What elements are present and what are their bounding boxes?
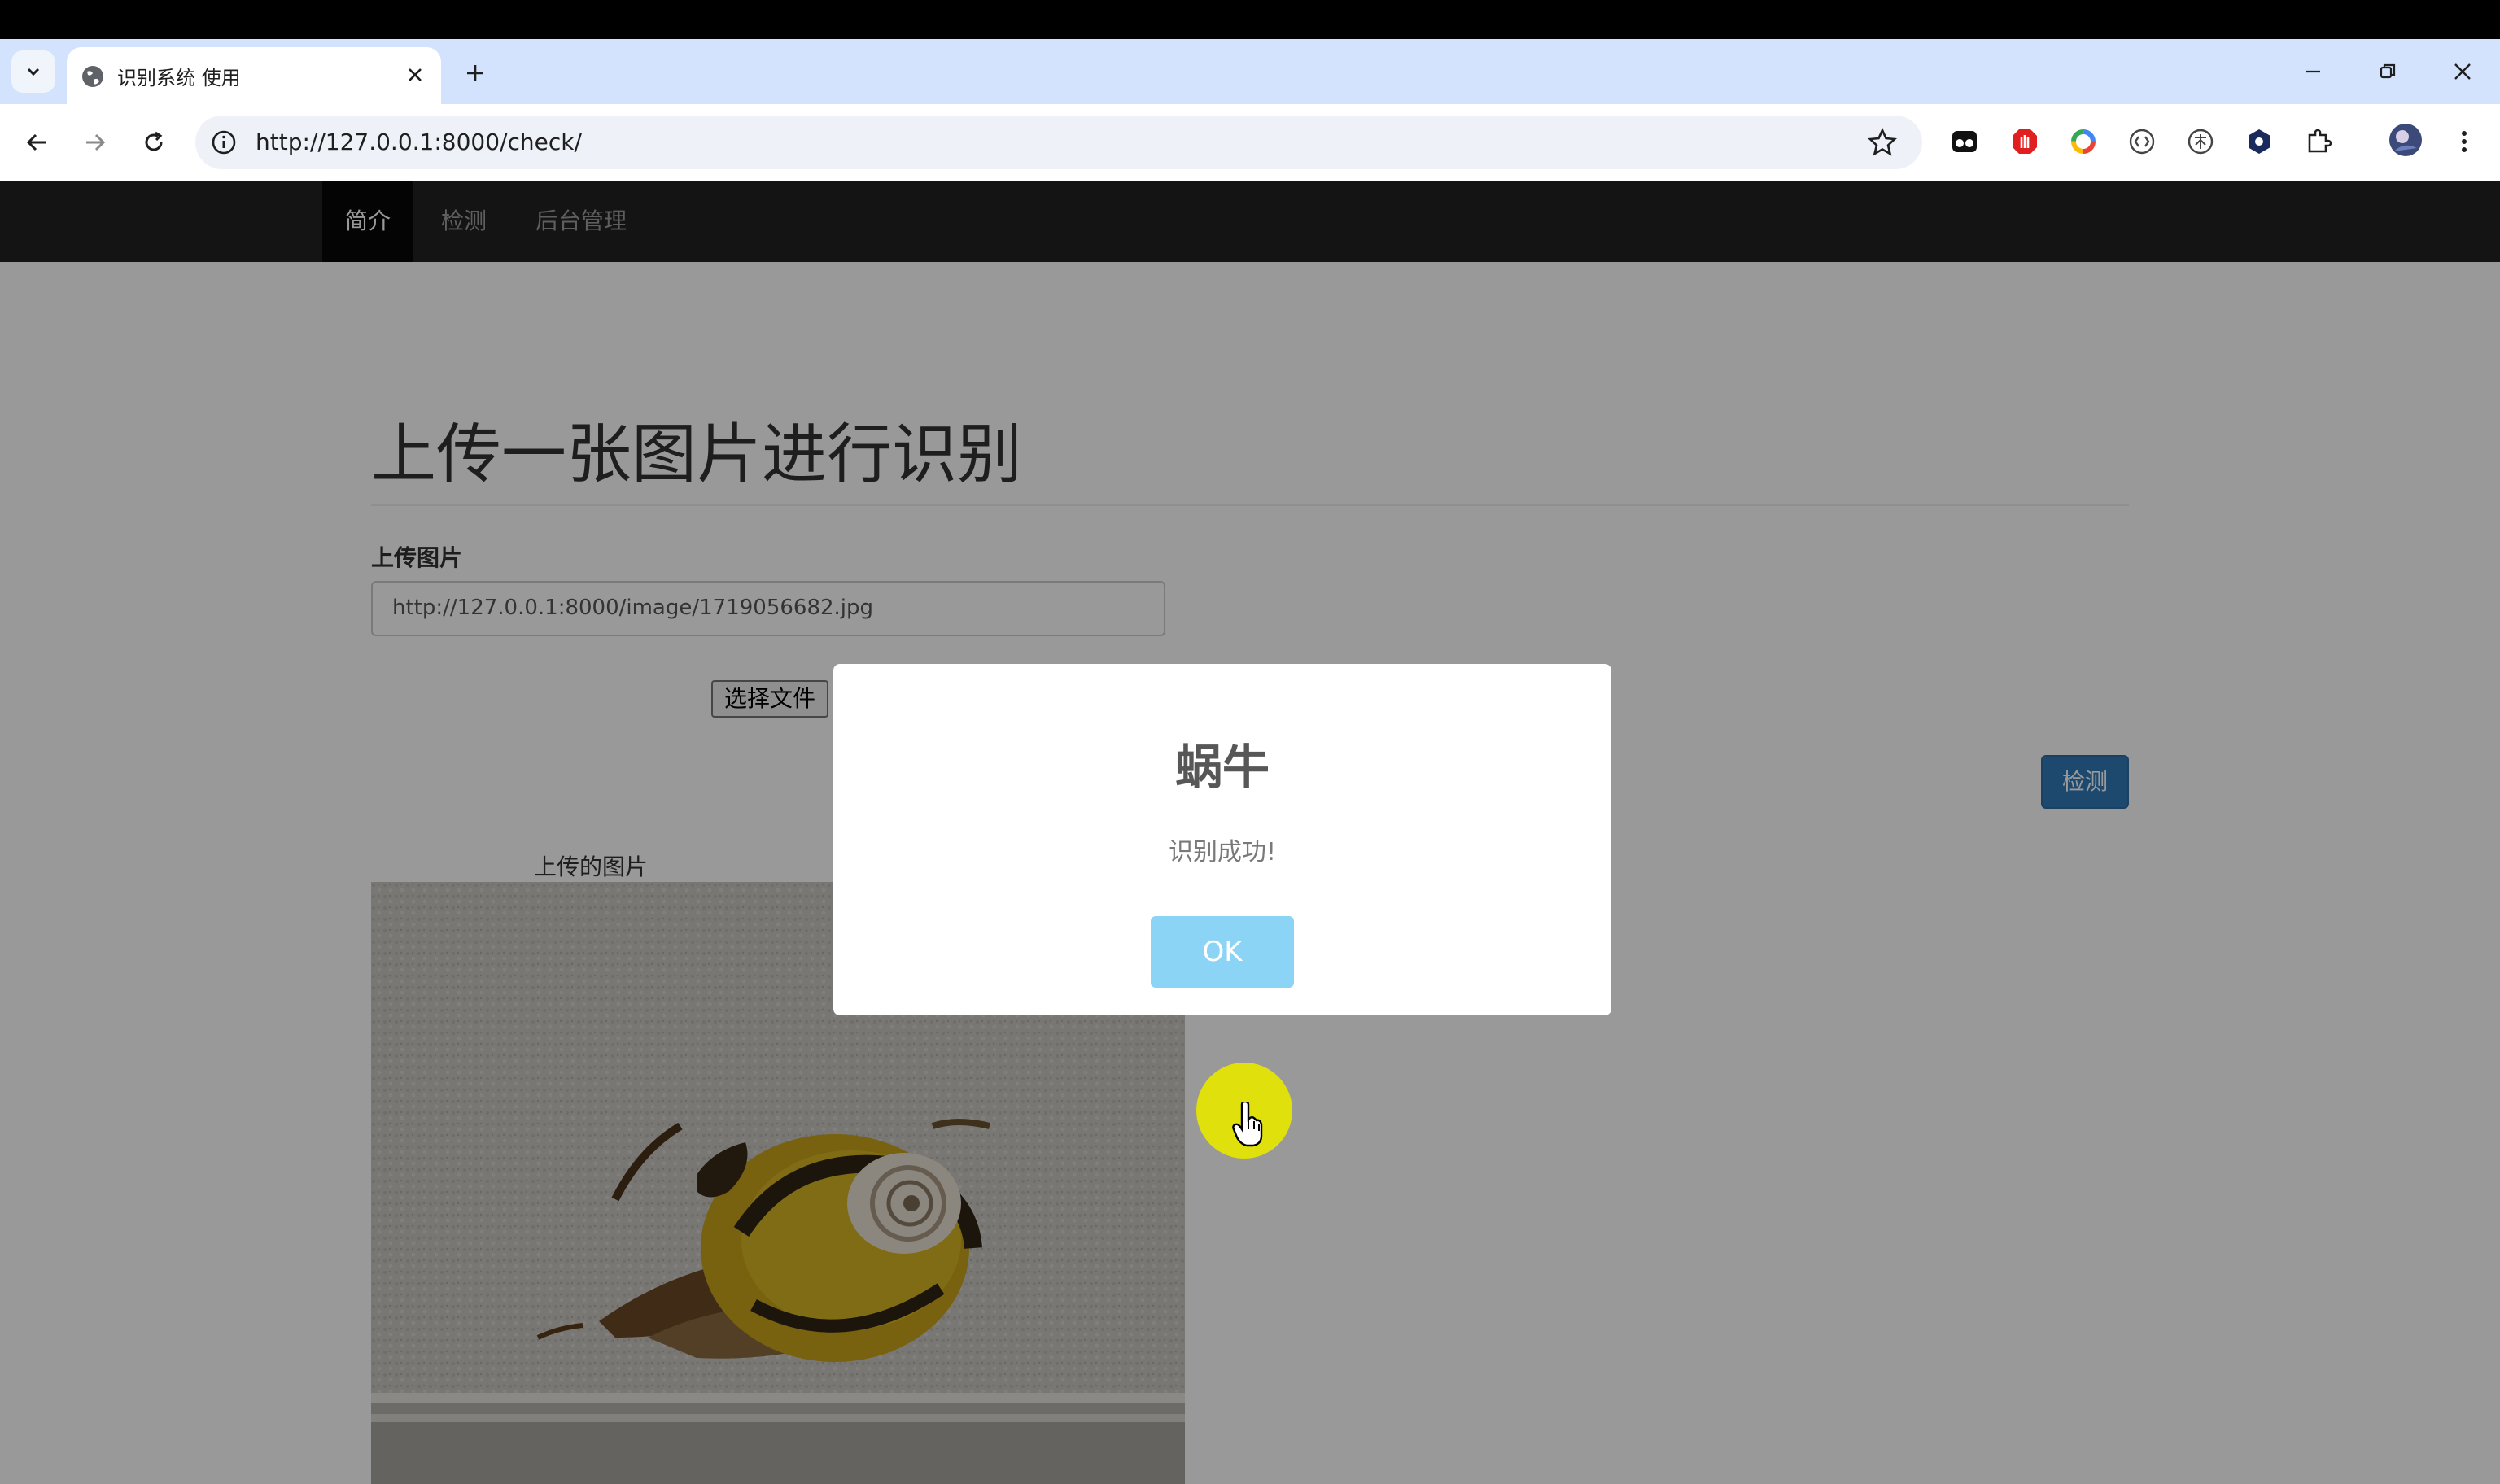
info-icon[interactable] (210, 129, 238, 156)
chevron-down-icon (27, 68, 40, 76)
star-icon[interactable] (1867, 127, 1898, 158)
close-icon (2454, 63, 2471, 80)
color-ring-icon (2071, 129, 2096, 154)
more-vertical-icon (2462, 131, 2467, 152)
restore-button[interactable] (2368, 55, 2407, 88)
plus-icon (467, 65, 483, 81)
url-text[interactable]: http://127.0.0.1:8000/check/ (256, 129, 582, 155)
close-icon (409, 68, 422, 81)
reload-icon (145, 131, 163, 151)
hexagon-icon (2249, 129, 2270, 154)
extensions-button[interactable] (2303, 125, 2336, 158)
tab-close-button[interactable] (400, 60, 430, 89)
browser-menu-button[interactable] (2448, 125, 2480, 158)
tab-search-button[interactable] (11, 50, 55, 93)
avatar (2389, 124, 2422, 156)
arrow-right-icon (86, 133, 106, 151)
ok-button[interactable]: OK (1151, 916, 1294, 988)
os-top-bar (0, 0, 2500, 39)
code-icon (2129, 129, 2155, 155)
arrow-left-icon (26, 133, 46, 151)
extension-icon[interactable] (2243, 125, 2275, 158)
translate-icon (2188, 129, 2214, 155)
back-button[interactable] (18, 124, 55, 161)
dialog-title: 蜗牛 (1174, 740, 1270, 795)
profile-avatar[interactable] (2388, 122, 2424, 158)
hand-stop-icon (2013, 129, 2037, 154)
result-dialog: 蜗牛 识别成功! OK (833, 664, 1611, 1015)
browser-toolbar: http://127.0.0.1:8000/check/ (0, 104, 2500, 181)
glasses-icon (1952, 131, 1977, 152)
page-content: 简介 检测 后台管理 上传一张图片进行识别 上传图片 http://127.0.… (0, 181, 2500, 1484)
minimize-button[interactable] (2293, 55, 2332, 88)
address-bar[interactable]: http://127.0.0.1:8000/check/ (195, 116, 1922, 169)
restore-icon (2380, 63, 2396, 79)
new-tab-button[interactable] (459, 57, 492, 89)
browser-tab[interactable]: 识别系统 使用 (67, 47, 441, 104)
dialog-message: 识别成功! (1168, 838, 1277, 866)
extension-icon[interactable] (2008, 125, 2041, 158)
puzzle-icon (2308, 129, 2332, 153)
extension-icon[interactable] (2184, 125, 2217, 158)
minimize-icon (2306, 70, 2320, 73)
tab-strip: 识别系统 使用 (0, 39, 2500, 104)
extension-icon[interactable] (1948, 125, 1981, 158)
window-close-button[interactable] (2443, 55, 2482, 88)
extension-icon[interactable] (2126, 125, 2158, 158)
reload-button[interactable] (135, 124, 173, 161)
globe-icon (82, 66, 103, 87)
forward-button[interactable] (76, 124, 114, 161)
hand-cursor-icon (1232, 1102, 1263, 1147)
tab-title: 识别系统 使用 (117, 67, 241, 89)
extension-icon[interactable] (2067, 125, 2100, 158)
